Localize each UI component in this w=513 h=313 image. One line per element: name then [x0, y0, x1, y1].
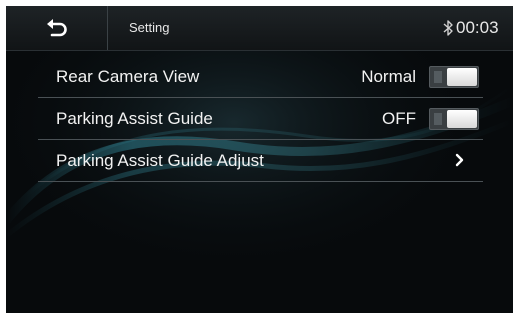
parking-assist-guide-row[interactable]: Parking Assist Guide OFF [38, 98, 483, 140]
toggle-knob [447, 68, 477, 86]
parking-assist-guide-label: Parking Assist Guide [56, 109, 213, 128]
page-title: Setting [129, 20, 170, 35]
settings-list: Rear Camera View Normal Parking Assist G… [38, 56, 483, 182]
back-arrow-icon [46, 19, 67, 37]
parking-assist-guide-adjust-label: Parking Assist Guide Adjust [56, 151, 264, 170]
parking-assist-guide-toggle[interactable] [429, 108, 479, 130]
toggle-groove [434, 71, 442, 83]
rear-camera-view-toggle[interactable] [429, 66, 479, 88]
rear-camera-view-row[interactable]: Rear Camera View Normal [38, 56, 483, 98]
rear-camera-view-value: Normal [361, 67, 416, 86]
rear-camera-view-label: Rear Camera View [56, 67, 200, 86]
parking-assist-guide-adjust-row[interactable]: Parking Assist Guide Adjust [38, 140, 483, 182]
clock: 00:03 [456, 18, 499, 37]
bluetooth-icon [443, 20, 453, 36]
back-button[interactable] [6, 6, 108, 50]
header-bar: Setting 00:03 [6, 6, 513, 51]
parking-assist-guide-value: OFF [382, 109, 416, 128]
chevron-right-icon [455, 153, 464, 167]
settings-screen: Setting 00:03 Rear Camera View Normal Pa… [6, 6, 513, 313]
toggle-groove [434, 113, 442, 125]
toggle-knob [447, 110, 477, 128]
